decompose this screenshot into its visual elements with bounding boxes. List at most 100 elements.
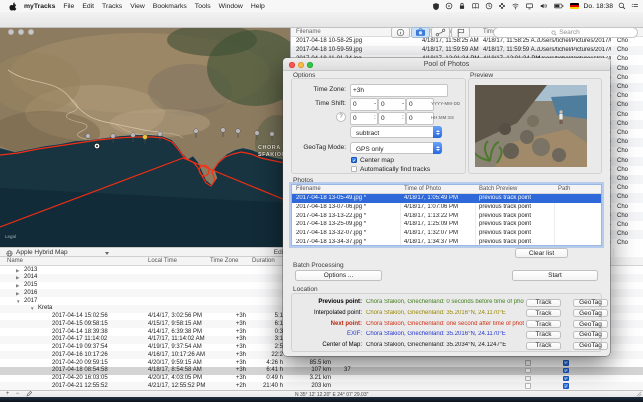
lock-icon[interactable]	[458, 2, 466, 10]
clear-list-button[interactable]: Clear list	[515, 248, 568, 258]
cell-local: 4/16/17, 10:17:26 AM	[148, 352, 205, 358]
legal-link[interactable]: Legal	[5, 234, 16, 239]
header-local-time[interactable]: Local Time	[148, 258, 177, 264]
header-batch-preview[interactable]: Batch Preview	[479, 186, 517, 192]
track-button[interactable]: Track	[526, 331, 561, 339]
header-name[interactable]: Name	[7, 258, 23, 264]
photos-pool-button[interactable]	[411, 27, 430, 38]
chevron-down-icon[interactable]	[105, 252, 109, 255]
map-view[interactable]: CHORA SFAKION Legal	[0, 28, 290, 247]
menu-edit[interactable]: Edit	[82, 3, 94, 10]
header-filename[interactable]: Filename	[296, 186, 321, 192]
auto-find-tracks-checkbox[interactable]	[351, 166, 357, 172]
info-button[interactable]	[391, 27, 410, 38]
center-map-checkbox[interactable]	[351, 157, 357, 163]
track-checkbox-checked[interactable]	[563, 368, 569, 374]
track-checkbox-checked[interactable]	[563, 376, 569, 382]
batch-options-button[interactable]: Options ...	[295, 270, 382, 281]
header-filename[interactable]: Filename	[296, 29, 321, 35]
geotag-button[interactable]: GeoTag	[573, 342, 608, 350]
flag-button[interactable]	[451, 27, 470, 38]
track-row[interactable]: 2017-04-20 16:03:054/20/17, 4:03:05 PM+3…	[0, 375, 643, 383]
apple-menu-icon[interactable]	[9, 1, 17, 11]
sync-circle-icon[interactable]	[445, 2, 453, 10]
menu-mytracks[interactable]: myTracks	[24, 3, 55, 10]
fan-icon[interactable]	[498, 2, 506, 10]
pool-photo-row[interactable]: 2017-04-18 13-32-07.jpg *4/18/17, 1:32:0…	[292, 229, 602, 238]
minimize-window-button[interactable]	[18, 29, 24, 35]
geotag-button[interactable]: GeoTag	[573, 309, 608, 317]
track-checkbox-unchecked[interactable]	[525, 383, 531, 389]
search-field[interactable]: Search	[493, 27, 638, 38]
pool-photo-row[interactable]: 2017-04-18 13-05-49.jpg *4/18/17, 1:05:4…	[292, 194, 602, 203]
map-type-dropdown[interactable]: Apple Hybrid Map	[16, 249, 68, 256]
menu-bar-clock[interactable]: Do. 18:38	[584, 3, 613, 10]
disclosure-triangle-icon[interactable]: ▶	[16, 291, 19, 297]
track-checkbox-checked[interactable]	[563, 383, 569, 389]
track-button[interactable]: Track	[526, 342, 561, 350]
zoom-window-button[interactable]	[28, 29, 34, 35]
display-airplay-icon[interactable]	[525, 2, 534, 10]
time-zone-field[interactable]	[350, 84, 448, 97]
map-town-label-line1: CHORA	[258, 145, 281, 151]
geotag-button[interactable]: GeoTag	[573, 299, 608, 307]
menu-window[interactable]: Window	[219, 3, 243, 10]
track-name: 2017-04-19 09:37:54	[52, 344, 108, 350]
track-checkbox-unchecked[interactable]	[525, 376, 531, 382]
geotag-button[interactable]: GeoTag	[573, 320, 608, 328]
track-point-marker-icon	[94, 143, 100, 149]
track-row[interactable]: 2017-04-18 08:54:584/18/17, 8:54:58 AM+3…	[0, 367, 643, 375]
location-row: Next point:Chora Sfakion, Griechenland: …	[292, 319, 603, 330]
dialog-titlebar[interactable]: Pool of Photos	[283, 58, 610, 71]
menu-view[interactable]: View	[130, 3, 145, 10]
track-name: 2017	[24, 298, 37, 304]
keyboard-layout-flag-de[interactable]	[570, 3, 579, 9]
notification-center-icon[interactable]	[631, 2, 639, 10]
shift-mode-dropdown[interactable]: subtract	[350, 126, 442, 138]
track-row[interactable]: 2017-04-21 12:55:524/21/17, 12:55:52 PM+…	[0, 382, 643, 390]
pool-photo-row[interactable]: 2017-04-18 13-34-37.jpg *4/18/17, 1:34:3…	[292, 238, 602, 246]
header-path[interactable]: Path	[558, 186, 570, 192]
menu-help[interactable]: Help	[251, 3, 265, 10]
time-machine-clock-icon[interactable]	[485, 2, 493, 10]
track-checkbox-unchecked[interactable]	[525, 360, 531, 366]
menu-file[interactable]: File	[63, 3, 74, 10]
disclosure-triangle-icon[interactable]: ▼	[30, 306, 34, 311]
geotag-mode-dropdown[interactable]: GPS only	[350, 142, 442, 154]
photo-table-row[interactable]: 2017-04-18 10-58-25.jpg4/18/17, 11:58:25…	[290, 37, 643, 46]
geotag-button[interactable]: GeoTag	[573, 331, 608, 339]
track-checkbox-unchecked[interactable]	[525, 368, 531, 374]
volume-icon[interactable]	[539, 2, 548, 10]
menu-bookmarks[interactable]: Bookmarks	[153, 3, 187, 10]
track-button[interactable]: Track	[526, 309, 561, 317]
help-button[interactable]: ?	[336, 112, 346, 122]
header-time-zone[interactable]: Time Zone	[210, 258, 238, 264]
menu-tools[interactable]: Tools	[195, 3, 211, 10]
shift-day-field[interactable]	[406, 98, 434, 111]
disclosure-triangle-icon[interactable]: ▶	[16, 268, 19, 274]
wifi-icon[interactable]	[511, 2, 520, 10]
shift-second-field[interactable]	[406, 112, 434, 125]
photo-table-row[interactable]: 2017-04-18 10-59-59.jpg4/18/17, 11:59:59…	[290, 46, 643, 55]
shield-icon[interactable]	[432, 2, 440, 11]
battery-icon[interactable]	[553, 2, 565, 10]
book-icon[interactable]	[471, 2, 480, 10]
disclosure-triangle-icon[interactable]: ▶	[16, 283, 19, 289]
track-checkbox-checked[interactable]	[563, 360, 569, 366]
cell-city: Cho	[617, 75, 628, 81]
track-tools-button[interactable]	[431, 27, 450, 38]
pool-photo-row[interactable]: 2017-04-18 13-07-06.jpg *4/18/17, 1:07:0…	[292, 203, 602, 212]
pool-photo-row[interactable]: 2017-04-18 13-25-09.jpg *4/18/17, 1:25:0…	[292, 220, 602, 229]
close-window-button[interactable]	[8, 29, 14, 35]
disclosure-triangle-icon[interactable]: ▶	[16, 275, 19, 281]
track-row[interactable]: 2017-04-20 09:59:154/20/17, 9:59:15 AM+3…	[0, 359, 643, 367]
pool-photo-row[interactable]: 2017-04-18 13-13-22.jpg *4/18/17, 1:13:2…	[292, 212, 602, 221]
header-time-of-photo[interactable]: Time of Photo	[404, 186, 441, 192]
track-button[interactable]: Track	[526, 299, 561, 307]
header-duration[interactable]: Duration	[252, 258, 275, 264]
menu-tracks[interactable]: Tracks	[102, 3, 122, 10]
track-button[interactable]: Track	[526, 320, 561, 328]
disclosure-triangle-icon[interactable]: ▼	[16, 299, 20, 304]
start-button[interactable]: Start	[512, 270, 598, 281]
spotlight-icon[interactable]	[618, 2, 626, 10]
